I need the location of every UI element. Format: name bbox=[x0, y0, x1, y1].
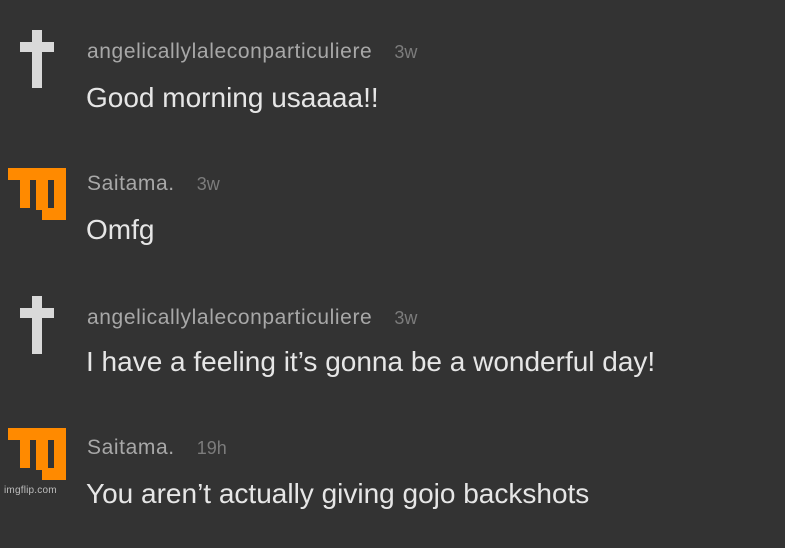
timestamp: 3w bbox=[394, 42, 418, 62]
username-link[interactable]: Saitama. bbox=[87, 436, 175, 460]
avatar[interactable] bbox=[8, 168, 66, 224]
cross-icon bbox=[20, 30, 54, 88]
orange-m-logo-icon bbox=[8, 168, 66, 220]
comment-item: Saitama. 3w Omfg bbox=[0, 160, 785, 280]
comment-meta: Saitama. 19h bbox=[87, 436, 227, 466]
timestamp: 3w bbox=[394, 308, 418, 328]
comment-text: Omfg bbox=[86, 214, 155, 245]
comment-meta: angelicallylaleconparticuliere 3w bbox=[87, 306, 417, 336]
avatar[interactable] bbox=[10, 296, 66, 354]
comment-item: angelicallylaleconparticuliere 3w I have… bbox=[0, 296, 785, 416]
cross-icon bbox=[20, 296, 54, 354]
avatar[interactable] bbox=[8, 428, 66, 484]
comment-text: Good morning usaaaa!! bbox=[86, 82, 379, 113]
comment-text: You aren’t actually giving gojo backshot… bbox=[86, 478, 590, 509]
comment-item: angelicallylaleconparticuliere 3w Good m… bbox=[0, 30, 785, 150]
comment-meta: Saitama. 3w bbox=[87, 172, 220, 202]
comment-text: I have a feeling it’s gonna be a wonderf… bbox=[86, 346, 656, 377]
comment-feed: angelicallylaleconparticuliere 3w Good m… bbox=[0, 0, 785, 509]
avatar[interactable] bbox=[10, 30, 66, 88]
username-link[interactable]: angelicallylaleconparticuliere bbox=[87, 40, 372, 64]
username-link[interactable]: angelicallylaleconparticuliere bbox=[87, 306, 372, 330]
timestamp: 19h bbox=[196, 438, 227, 458]
comment-meta: angelicallylaleconparticuliere 3w bbox=[87, 40, 417, 70]
username-link[interactable]: Saitama. bbox=[87, 172, 175, 196]
imgflip-watermark: imgflip.com bbox=[4, 485, 57, 496]
orange-m-logo-icon bbox=[8, 428, 66, 480]
comment-item: Saitama. 19h You aren’t actually giving … bbox=[0, 428, 785, 548]
timestamp: 3w bbox=[196, 174, 220, 194]
